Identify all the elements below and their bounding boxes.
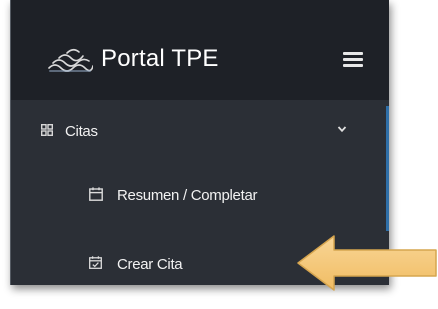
waves-logo-icon	[48, 48, 93, 72]
grid-icon	[41, 124, 53, 136]
sidebar-item-crear-cita[interactable]: Crear Cita	[89, 256, 249, 276]
app-title: Portal TPE	[101, 45, 219, 72]
sidebar-item-label: Citas	[65, 123, 98, 140]
sidebar-item-citas[interactable]: Citas	[41, 123, 361, 143]
chevron-down-icon[interactable]	[337, 124, 347, 134]
calendar-icon	[89, 187, 103, 201]
sidebar-item-label: Crear Cita	[117, 256, 183, 273]
calendar-check-icon	[89, 256, 102, 269]
scrollbar-accent	[386, 106, 389, 231]
pointer-arrow-icon	[297, 235, 437, 291]
hamburger-icon[interactable]	[343, 52, 363, 70]
sidebar-header: Portal TPE	[11, 0, 389, 100]
sidebar-item-label: Resumen / Completar	[117, 187, 258, 204]
sidebar-item-resumen[interactable]: Resumen / Completar	[89, 187, 349, 207]
